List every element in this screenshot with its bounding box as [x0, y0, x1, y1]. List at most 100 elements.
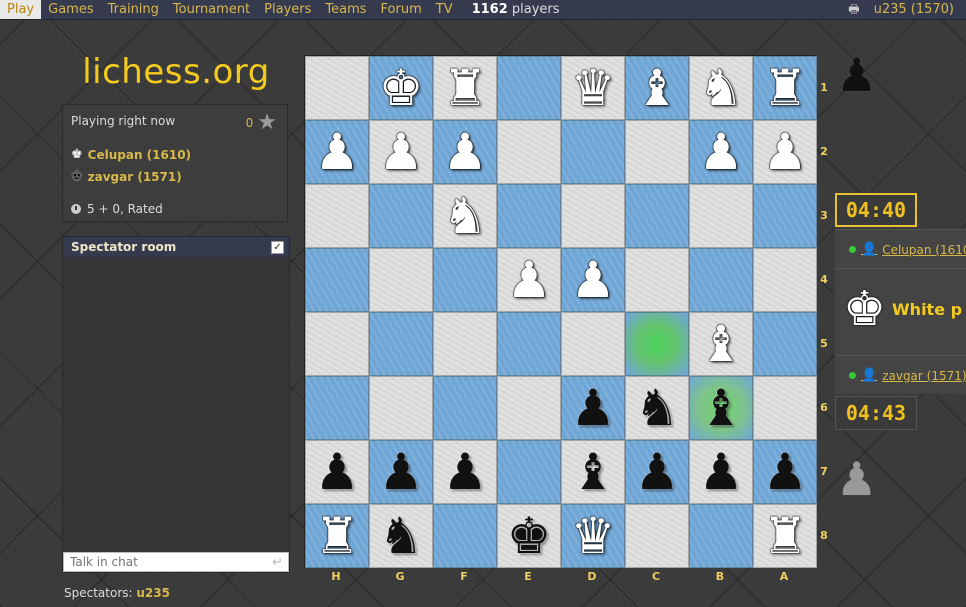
chess-piece[interactable]: ♟	[507, 255, 552, 305]
chess-piece[interactable]: ♟	[315, 447, 360, 497]
chess-piece[interactable]: ♟	[443, 447, 488, 497]
board-square[interactable]: ♟	[305, 120, 369, 184]
board-square[interactable]	[689, 248, 753, 312]
chess-piece[interactable]: ♟	[379, 127, 424, 177]
board-square[interactable]: ♟	[561, 248, 625, 312]
board-square[interactable]	[497, 120, 561, 184]
chess-piece[interactable]: ♝	[699, 383, 744, 433]
board-square[interactable]: ♜	[433, 56, 497, 120]
board-square[interactable]	[689, 504, 753, 568]
board-square[interactable]: ♟	[625, 440, 689, 504]
user-menu[interactable]: u235 (1570)	[874, 0, 954, 19]
board-square[interactable]: ♟	[433, 120, 497, 184]
chess-piece[interactable]: ♟	[571, 255, 616, 305]
chess-piece[interactable]: ♚	[507, 511, 552, 561]
board-square[interactable]: ♟	[369, 440, 433, 504]
chat-toggle-checkbox[interactable]: ✓	[271, 241, 284, 254]
chess-piece[interactable]: ♛	[571, 63, 616, 113]
board-square[interactable]	[497, 56, 561, 120]
nav-players[interactable]: Players	[257, 0, 318, 19]
board-square[interactable]: ♝	[689, 312, 753, 376]
board-square[interactable]	[305, 312, 369, 376]
board-square[interactable]	[497, 440, 561, 504]
board-square[interactable]: ♚	[369, 56, 433, 120]
nav-play[interactable]: Play	[0, 0, 42, 19]
chess-board[interactable]: ♚ ♜ ♛ ♝ ♞ ♜ ♟ ♟ ♟ ♟ ♟ ♞ ♟ ♟ ♝ ♟ ♞ ♝ ♟ ♟ ♟ ♝ ♟ ♟ ♟ ♜ ♞ ♚ ♛ ♜	[304, 55, 817, 568]
chess-piece[interactable]: ♟	[763, 127, 808, 177]
board-square[interactable]	[433, 504, 497, 568]
board-square[interactable]: ♛	[561, 56, 625, 120]
board-square[interactable]: ♛	[561, 504, 625, 568]
board-square[interactable]	[753, 248, 817, 312]
board-square[interactable]	[753, 312, 817, 376]
board-square[interactable]: ♞	[689, 56, 753, 120]
chess-piece[interactable]: ♟	[763, 447, 808, 497]
chess-piece[interactable]: ♚	[379, 63, 424, 113]
board-square[interactable]	[305, 376, 369, 440]
board-square[interactable]: ♟	[753, 120, 817, 184]
board-square[interactable]: ♝	[561, 440, 625, 504]
chess-piece[interactable]: ♞	[635, 383, 680, 433]
chess-piece[interactable]: ♜	[763, 63, 808, 113]
chess-piece[interactable]: ♟	[699, 447, 744, 497]
nav-teams[interactable]: Teams	[318, 0, 373, 19]
board-square[interactable]: ♝	[689, 376, 753, 440]
board-square[interactable]	[433, 376, 497, 440]
chess-piece[interactable]: ♟	[379, 447, 424, 497]
board-square[interactable]	[689, 184, 753, 248]
spectator-names[interactable]: u235	[136, 586, 170, 600]
board-square[interactable]: ♟	[433, 440, 497, 504]
nav-tournament[interactable]: Tournament	[166, 0, 257, 19]
chess-piece[interactable]: ♝	[571, 447, 616, 497]
chess-piece[interactable]: ♟	[699, 127, 744, 177]
board-square[interactable]	[625, 248, 689, 312]
board-square[interactable]	[433, 312, 497, 376]
chat-input[interactable]	[63, 552, 289, 572]
board-square[interactable]: ♞	[625, 376, 689, 440]
chess-piece[interactable]: ♛	[571, 511, 616, 561]
online-players-count[interactable]: 1162 players	[460, 0, 560, 19]
board-square[interactable]	[561, 312, 625, 376]
board-square[interactable]	[561, 120, 625, 184]
chess-piece[interactable]: ♞	[379, 511, 424, 561]
chess-piece[interactable]: ♝	[699, 319, 744, 369]
chess-piece[interactable]: ♜	[763, 511, 808, 561]
nav-games[interactable]: Games	[41, 0, 100, 19]
board-square[interactable]	[625, 184, 689, 248]
board-square[interactable]	[753, 184, 817, 248]
black-player-link[interactable]: ♚ zavgar (1571)	[71, 169, 182, 184]
board-square[interactable]: ♜	[753, 504, 817, 568]
board-square[interactable]	[305, 56, 369, 120]
nav-tv[interactable]: TV	[429, 0, 460, 19]
chess-piece[interactable]: ♟	[635, 447, 680, 497]
print-icon[interactable]: 🖶	[848, 0, 859, 19]
nav-forum[interactable]: Forum	[374, 0, 429, 19]
board-square[interactable]	[497, 184, 561, 248]
board-square[interactable]	[753, 376, 817, 440]
board-square[interactable]	[625, 312, 689, 376]
board-square[interactable]	[497, 376, 561, 440]
board-square[interactable]: ♚	[497, 504, 561, 568]
board-square[interactable]	[369, 312, 433, 376]
board-square[interactable]: ♟	[497, 248, 561, 312]
board-square[interactable]: ♟	[689, 440, 753, 504]
board-square[interactable]: ♟	[369, 120, 433, 184]
board-square[interactable]: ♜	[753, 56, 817, 120]
board-square[interactable]	[625, 504, 689, 568]
chess-piece[interactable]: ♜	[443, 63, 488, 113]
board-square[interactable]: ♟	[689, 120, 753, 184]
board-square[interactable]	[369, 248, 433, 312]
board-square[interactable]	[497, 312, 561, 376]
table-white-player[interactable]: 👤 Celupan (1610)	[849, 242, 966, 257]
board-square[interactable]	[625, 120, 689, 184]
chess-piece[interactable]: ♜	[315, 511, 360, 561]
board-square[interactable]: ♞	[369, 504, 433, 568]
board-square[interactable]: ♟	[561, 376, 625, 440]
board-square[interactable]	[305, 184, 369, 248]
nav-training[interactable]: Training	[101, 0, 166, 19]
board-square[interactable]: ♝	[625, 56, 689, 120]
star-icon[interactable]: ★	[257, 112, 277, 134]
bookmark-control[interactable]: 0 ★	[246, 112, 277, 134]
chess-piece[interactable]: ♟	[315, 127, 360, 177]
chess-piece[interactable]: ♞	[699, 63, 744, 113]
